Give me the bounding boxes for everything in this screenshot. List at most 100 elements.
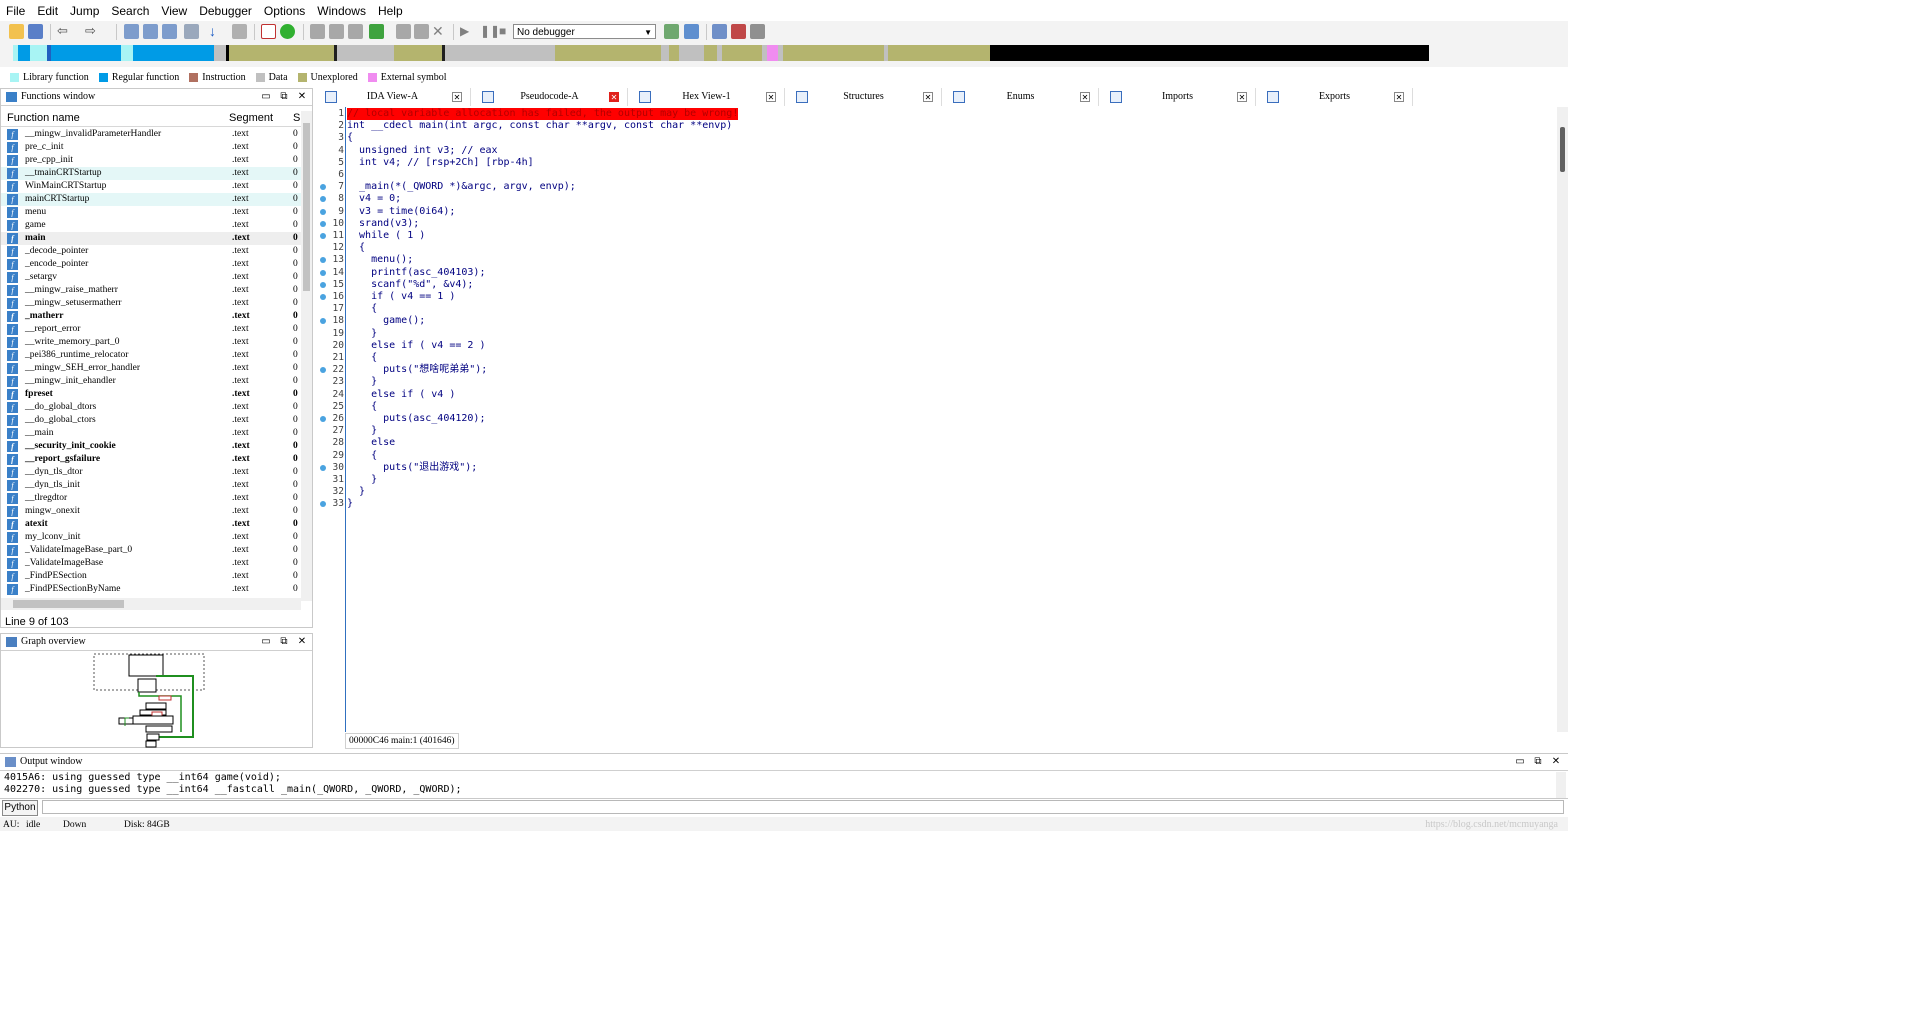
output-vertical-scrollbar[interactable] xyxy=(1556,772,1566,800)
code-line[interactable]: else if ( v4 ) xyxy=(347,389,455,401)
float-icon[interactable]: ⧉ xyxy=(1532,754,1544,770)
alert-icon[interactable] xyxy=(261,24,276,39)
code-line[interactable]: scanf("%d", &v4); xyxy=(347,279,473,291)
code-line[interactable]: int v4; // [rsp+2Ch] [rbp-4h] xyxy=(347,157,534,169)
debug-opt-b-icon[interactable] xyxy=(684,24,699,39)
breakpoint-dot-icon[interactable] xyxy=(320,208,326,215)
code-line[interactable]: int __cdecl main(int argc, const char **… xyxy=(347,120,732,132)
restore-icon[interactable]: ▭ xyxy=(260,89,272,105)
code-line[interactable]: v4 = 0; xyxy=(347,193,401,205)
breakpoint-dot-icon[interactable] xyxy=(320,269,326,276)
code-line[interactable]: v3 = time(0i64); xyxy=(347,206,455,218)
tab-exports[interactable]: Exports ✕ xyxy=(1257,88,1413,106)
function-row[interactable]: f pre_cpp_init .text 0 xyxy=(1,154,301,167)
close-icon[interactable]: ✕ xyxy=(296,634,308,650)
tool-e-icon[interactable] xyxy=(414,24,429,39)
breakpoint-dot-icon[interactable] xyxy=(320,281,326,288)
graph-overview-canvas[interactable] xyxy=(1,652,314,749)
function-row[interactable]: f __security_init_cookie .text 0 xyxy=(1,440,301,453)
function-row[interactable]: f _pei386_runtime_relocator .text 0 xyxy=(1,349,301,362)
tab-enums[interactable]: Enums ✕ xyxy=(943,88,1099,106)
function-row[interactable]: f __mingw_init_ehandler .text 0 xyxy=(1,375,301,388)
function-row[interactable]: f my_lconv_init .text 0 xyxy=(1,531,301,544)
search-immediate-icon[interactable] xyxy=(184,24,199,39)
float-icon[interactable]: ⧉ xyxy=(278,89,290,105)
code-line[interactable]: unsigned int v3; // eax xyxy=(347,145,497,157)
function-row[interactable]: f __dyn_tls_init .text 0 xyxy=(1,479,301,492)
close-tab-icon[interactable]: ✕ xyxy=(452,92,462,102)
close-tab-icon[interactable]: ✕ xyxy=(923,92,933,102)
function-row[interactable]: f _encode_pointer .text 0 xyxy=(1,258,301,271)
code-line[interactable]: srand(v3); xyxy=(347,218,419,230)
pseudocode-vertical-scrollbar[interactable] xyxy=(1557,107,1568,732)
function-row[interactable]: f __write_memory_part_0 .text 0 xyxy=(1,336,301,349)
menu-view[interactable]: View xyxy=(155,4,193,18)
function-row[interactable]: f main .text 0 xyxy=(1,232,301,245)
function-row[interactable]: f _ValidateImageBase .text 0 xyxy=(1,557,301,570)
remove-breakpoint-icon[interactable] xyxy=(750,24,765,39)
code-line[interactable]: { xyxy=(347,132,353,144)
tool-b-icon[interactable] xyxy=(329,24,344,39)
start-process-icon[interactable]: ▶ xyxy=(460,24,475,39)
command-input[interactable] xyxy=(42,800,1564,814)
tab-hex-view-1[interactable]: Hex View-1 ✕ xyxy=(629,88,785,106)
code-line[interactable]: puts("想啥呢弟弟"); xyxy=(347,364,487,376)
function-row[interactable]: f mainCRTStartup .text 0 xyxy=(1,193,301,206)
menu-help[interactable]: Help xyxy=(372,4,409,18)
function-row[interactable]: f mingw_onexit .text 0 xyxy=(1,505,301,518)
code-line[interactable]: } xyxy=(347,328,377,340)
navigation-band[interactable] xyxy=(13,45,1429,61)
close-icon[interactable]: ✕ xyxy=(296,89,308,105)
close-tab-icon[interactable]: ✕ xyxy=(766,92,776,102)
function-row[interactable]: f menu .text 0 xyxy=(1,206,301,219)
tab-pseudocode-a[interactable]: Pseudocode-A ✕ xyxy=(472,88,628,106)
function-row[interactable]: f __report_error .text 0 xyxy=(1,323,301,336)
debug-opt-a-icon[interactable] xyxy=(664,24,679,39)
close-tab-icon[interactable]: ✕ xyxy=(1237,92,1247,102)
function-row[interactable]: f fpreset .text 0 xyxy=(1,388,301,401)
python-language-button[interactable]: Python xyxy=(2,800,38,816)
breakpoint-dot-icon[interactable] xyxy=(320,464,326,471)
reanalyze-icon[interactable] xyxy=(232,24,247,39)
breakpoint-list-icon[interactable] xyxy=(712,24,727,39)
column-start[interactable]: S xyxy=(293,112,300,124)
tool-c-icon[interactable] xyxy=(348,24,363,39)
code-line[interactable]: printf(asc_404103); xyxy=(347,267,485,279)
function-row[interactable]: f __do_global_dtors .text 0 xyxy=(1,401,301,414)
menu-file[interactable]: File xyxy=(0,4,31,18)
code-line[interactable]: _main(*(_QWORD *)&argc, argv, envp); xyxy=(347,181,576,193)
menu-edit[interactable]: Edit xyxy=(31,4,64,18)
code-line[interactable]: puts(asc_404120); xyxy=(347,413,485,425)
function-row[interactable]: f pre_c_init .text 0 xyxy=(1,141,301,154)
text-search-icon[interactable] xyxy=(143,24,158,39)
function-row[interactable]: f __mingw_raise_matherr .text 0 xyxy=(1,284,301,297)
code-line[interactable]: if ( v4 == 1 ) xyxy=(347,291,455,303)
function-row[interactable]: f _decode_pointer .text 0 xyxy=(1,245,301,258)
open-file-icon[interactable] xyxy=(9,24,24,39)
add-icon[interactable] xyxy=(369,24,384,39)
breakpoint-dot-icon[interactable] xyxy=(320,294,326,300)
code-line[interactable]: game(); xyxy=(347,315,425,327)
code-line[interactable]: } xyxy=(347,474,377,486)
function-row[interactable]: f __mingw_invalidParameterHandler .text 0 xyxy=(1,128,301,141)
code-line[interactable]: { xyxy=(347,352,377,364)
code-line[interactable]: } xyxy=(347,486,365,498)
pseudocode-view[interactable]: 1 2 3 4 5 6 7 8 9 10 11 12 13 14 15 16 17 18 19 20 21 22 23 24 2… xyxy=(315,107,1568,732)
code-line[interactable]: } xyxy=(347,425,377,437)
function-row[interactable]: f _setargv .text 0 xyxy=(1,271,301,284)
forward-arrow-icon[interactable]: ⇨ xyxy=(85,24,100,39)
tab-ida-view-a[interactable]: IDA View-A ✕ xyxy=(315,88,471,106)
restore-icon[interactable]: ▭ xyxy=(1514,754,1526,770)
column-segment[interactable]: Segment xyxy=(229,112,273,124)
search-next-icon[interactable] xyxy=(162,24,177,39)
run-script-icon[interactable] xyxy=(280,24,295,39)
menu-debugger[interactable]: Debugger xyxy=(193,4,258,18)
function-row[interactable]: f WinMainCRTStartup .text 0 xyxy=(1,180,301,193)
function-row[interactable]: f _ValidateImageBase_part_0 .text 0 xyxy=(1,544,301,557)
back-arrow-icon[interactable]: ⇦ xyxy=(57,24,72,39)
breakpoint-dot-icon[interactable] xyxy=(320,233,326,239)
function-row[interactable]: f _FindPESection .text 0 xyxy=(1,570,301,583)
tab-imports[interactable]: Imports ✕ xyxy=(1100,88,1256,106)
debugger-select[interactable]: No debugger ▼ xyxy=(513,24,656,39)
code-line[interactable]: } xyxy=(347,498,353,510)
